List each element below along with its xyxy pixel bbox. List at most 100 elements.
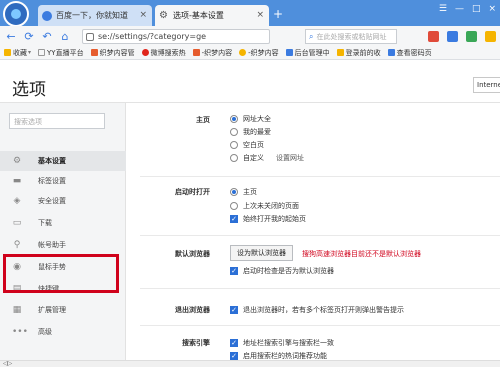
dede-icon <box>192 49 200 56</box>
extension-yellow-icon[interactable] <box>485 31 496 42</box>
download-icon: ▭ <box>12 218 22 228</box>
startup-option-2[interactable]: 上次未关闭的页面 <box>230 201 299 211</box>
sidebar-item-basic[interactable]: ⚙ 基本设置 <box>0 151 126 171</box>
bookmark-item[interactable]: -织梦内容 <box>192 48 233 58</box>
search-engine-sync-checkbox[interactable]: ✓ 地址栏搜索引擎与搜索栏一致 <box>230 338 334 348</box>
bookmark-favorites[interactable]: 收藏 ▾ <box>4 48 31 58</box>
check-icon[interactable]: ✓ <box>230 339 238 347</box>
navigation-toolbar: ← ⟳ ↶ ⌂ se://settings/?category=ge ⌕ 在此处… <box>0 26 500 46</box>
address-bar[interactable]: se://settings/?category=ge <box>82 29 270 44</box>
dede-icon <box>90 49 98 56</box>
radio-button[interactable] <box>230 115 238 123</box>
radio-button[interactable] <box>230 188 238 196</box>
divider <box>140 288 500 289</box>
exit-warning-checkbox[interactable]: ✓ 退出浏览器时，若有多个标签页打开则弹出警告提示 <box>230 305 404 315</box>
option-label: 上次未关闭的页面 <box>243 202 299 210</box>
radio-button[interactable] <box>230 202 238 210</box>
sidebar-item-account[interactable]: ⚲ 帐号助手 <box>0 235 126 255</box>
homepage-label: 主页 <box>196 116 210 124</box>
option-label: 网址大全 <box>243 115 271 123</box>
bookmark-item[interactable]: 后台管理中 <box>285 48 330 58</box>
folder-icon <box>336 49 344 56</box>
sidebar-item-label: 帐号助手 <box>38 241 66 249</box>
gear-icon: ⚙ <box>159 9 168 21</box>
always-open-start-checkbox[interactable]: ✓ 始终打开我的起始页 <box>230 214 306 224</box>
bookmark-label: 登录前的收 <box>345 48 381 57</box>
undo-icon[interactable]: ↶ <box>40 29 54 43</box>
reload-icon[interactable]: ⟳ <box>22 29 36 43</box>
bookmark-item[interactable]: YY直播平台 <box>38 48 84 58</box>
bookmark-item[interactable]: 查看密码页 <box>387 48 432 58</box>
homepage-option-4[interactable]: 自定义 设置网址 <box>230 153 304 163</box>
radio-button[interactable] <box>230 128 238 136</box>
bookmark-label: 后台管理中 <box>294 48 330 57</box>
maximize-icon[interactable]: □ <box>472 4 481 14</box>
sidebar-item-label: 标签设置 <box>38 177 66 185</box>
extension-green-icon[interactable] <box>466 31 477 42</box>
option-label: 始终打开我的起始页 <box>243 215 306 223</box>
sidebar-item-advanced[interactable]: ••• 高级 <box>0 322 126 342</box>
bookmark-label: YY直播平台 <box>47 48 84 57</box>
check-default-on-start-checkbox[interactable]: ✓ 启动时检查是否为默认浏览器 <box>230 266 334 276</box>
baidu-favicon-icon <box>42 10 52 21</box>
radio-button[interactable] <box>230 141 238 149</box>
engine-select[interactable]: Interne <box>473 77 500 93</box>
bookmark-label: 收藏 <box>13 48 27 57</box>
tab-close-icon[interactable]: × <box>256 10 264 20</box>
search-input[interactable]: ⌕ 在此处搜索或粘贴网址 <box>305 29 397 44</box>
check-icon[interactable]: ✓ <box>230 306 238 314</box>
check-icon[interactable]: ✓ <box>230 352 238 360</box>
page-icon <box>387 49 395 56</box>
bookmark-label: -织梦内容 <box>201 48 233 57</box>
default-browser-label: 默认浏览器 <box>175 250 210 258</box>
homepage-option-1[interactable]: 网址大全 <box>230 114 271 124</box>
bookmark-item[interactable]: 登录前的收 <box>336 48 381 58</box>
sidebar-item-label: 高级 <box>38 328 52 336</box>
bookmark-item[interactable]: 微博搜索热 <box>141 48 186 58</box>
sidebar-item-label: 安全设置 <box>38 197 66 205</box>
key-icon: ⚲ <box>13 240 21 250</box>
bookmarks-bar: 收藏 ▾ YY直播平台 织梦内容管 微博搜索热 -织梦内容 -织梦内容 后台管理… <box>0 46 500 60</box>
browser-logo-icon[interactable] <box>3 1 29 27</box>
bookmark-item[interactable]: 织梦内容管 <box>90 48 135 58</box>
radio-button[interactable] <box>230 154 238 162</box>
sidebar-item-extensions[interactable]: ▦ 扩展管理 <box>0 300 126 320</box>
toolbar-extensions <box>428 31 496 42</box>
sidebar-item-label: 基本设置 <box>38 157 66 165</box>
set-default-browser-button[interactable]: 设为默认浏览器 <box>230 245 293 261</box>
annotation-highlight-box <box>3 254 119 293</box>
page-icon <box>38 49 46 56</box>
sidebar-item-download[interactable]: ▭ 下载 <box>0 213 126 233</box>
homepage-option-2[interactable]: 我的最爱 <box>230 127 271 137</box>
tab-baidu[interactable]: 百度一下，你就知道 × <box>38 5 152 26</box>
tab-close-icon[interactable]: × <box>139 10 147 20</box>
check-icon[interactable]: ✓ <box>230 267 238 275</box>
set-url-link[interactable]: 设置网址 <box>276 153 304 163</box>
divider <box>140 235 500 236</box>
minimize-icon[interactable]: — <box>455 4 464 14</box>
bookmark-item[interactable]: -织梦内容 <box>239 48 279 58</box>
sidebar-item-security[interactable]: ◈ 安全设置 <box>0 191 126 211</box>
title-bar: 百度一下，你就知道 × ⚙ 选项-基本设置 × + ☰ — □ × <box>0 0 500 27</box>
tab-settings[interactable]: ⚙ 选项-基本设置 × <box>155 5 269 26</box>
new-tab-button[interactable]: + <box>273 8 283 20</box>
extension-red-icon[interactable] <box>428 31 439 42</box>
startup-option-1[interactable]: 主页 <box>230 187 257 197</box>
bookmark-label: -织梦内容 <box>248 48 279 57</box>
menu-icon[interactable]: ☰ <box>439 4 447 14</box>
close-window-icon[interactable]: × <box>488 4 496 14</box>
sidebar-item-label: 下载 <box>38 219 52 227</box>
check-icon[interactable]: ✓ <box>230 215 238 223</box>
option-label: 自定义 <box>243 154 264 162</box>
sidebar-item-tabs[interactable]: ▬ 标签设置 <box>0 171 126 191</box>
bookmark-label: 微博搜索热 <box>150 48 186 57</box>
gear-icon: ⚙ <box>12 156 22 166</box>
extension-blue-icon[interactable] <box>447 31 458 42</box>
home-icon[interactable]: ⌂ <box>58 29 72 43</box>
homepage-option-3[interactable]: 空白页 <box>230 140 264 150</box>
more-dots-icon: ••• <box>12 327 28 337</box>
back-arrow-icon[interactable]: ← <box>4 29 18 43</box>
sidebar-search-input[interactable]: 搜索选项 <box>9 113 105 129</box>
page-icon <box>86 32 94 41</box>
settings-sidebar: 搜索选项 ⚙ 基本设置 ▬ 标签设置 ◈ 安全设置 ▭ 下载 ⚲ 帐号助手 ◉ … <box>0 103 126 367</box>
